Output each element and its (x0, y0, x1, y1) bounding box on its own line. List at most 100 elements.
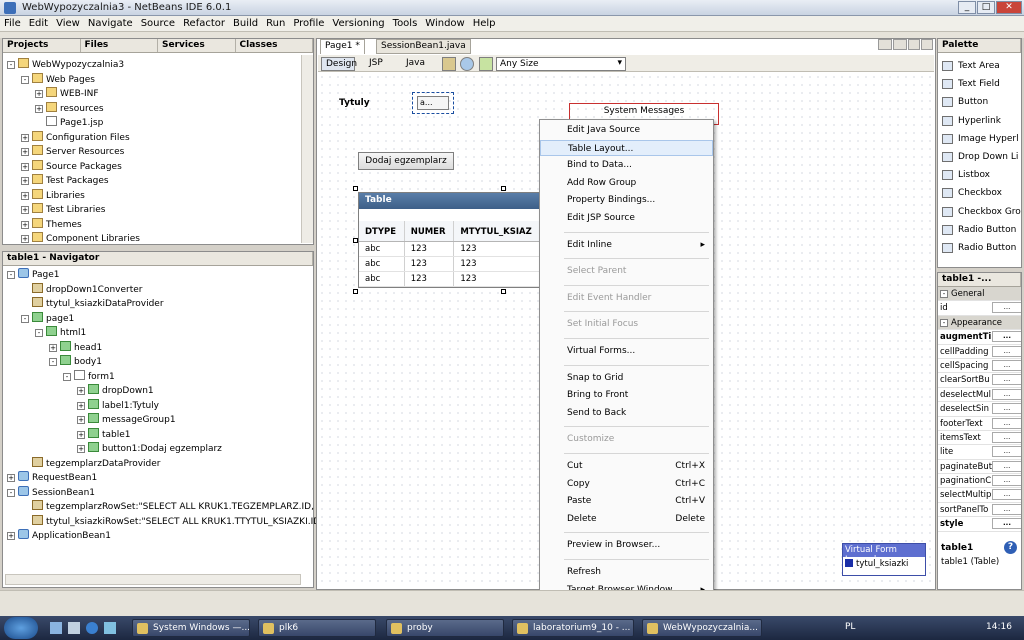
expand-icon[interactable]: + (21, 191, 29, 200)
collapse-icon[interactable]: - (35, 329, 43, 337)
property-editor-button[interactable]: ... (992, 460, 1021, 472)
property-row[interactable]: footerText... (938, 417, 1021, 431)
tree-node[interactable]: - SessionBean1 (7, 485, 313, 501)
menu-run[interactable]: Run (262, 16, 289, 31)
tab-services[interactable]: Services (158, 39, 236, 52)
help-icon[interactable]: ? (1004, 541, 1017, 554)
tree-node[interactable]: + Test Libraries (7, 203, 313, 218)
menu-view[interactable]: View (52, 16, 84, 31)
property-editor-button[interactable]: ... (992, 345, 1021, 357)
context-menu-item[interactable]: Property Bindings... (540, 192, 713, 208)
context-menu-item[interactable]: Delete Delete (540, 511, 713, 527)
property-row[interactable]: deselectSin... (938, 402, 1021, 417)
tree-node[interactable]: - Page1 (7, 268, 313, 283)
palette-item[interactable]: Checkbox (938, 184, 1021, 202)
context-menu-item[interactable]: Cut Ctrl+X (540, 458, 713, 474)
context-menu-item[interactable]: Edit Inline ▸ (540, 237, 713, 253)
expand-icon[interactable]: + (7, 474, 15, 482)
property-editor-button[interactable]: ... (992, 503, 1021, 515)
property-editor-button[interactable]: ... (992, 374, 1021, 386)
tree-node[interactable]: + Test Packages (7, 174, 313, 189)
context-menu-item[interactable]: Bring to Front (540, 387, 713, 403)
start-button[interactable] (4, 617, 38, 639)
palette-item[interactable]: Text Area (938, 57, 1021, 75)
tree-node[interactable]: + resources (7, 101, 313, 117)
table-column-header[interactable]: MTYTUL_KSIAZ (453, 221, 542, 242)
projects-scrollbar[interactable] (301, 55, 313, 243)
tree-node[interactable]: + Themes (7, 217, 313, 233)
property-editor-button[interactable]: ... (992, 446, 1021, 458)
collapse-icon[interactable]: - (7, 61, 15, 69)
expand-icon[interactable]: + (21, 148, 29, 156)
tree-node[interactable]: - body1 (7, 355, 313, 370)
tab-page1[interactable]: Page1 * (320, 39, 365, 54)
menu-file[interactable]: File (0, 16, 25, 31)
taskbar-button[interactable]: plk6 (258, 619, 376, 637)
taskbar-button[interactable]: WebWypozyczalnia... (642, 619, 762, 637)
property-row[interactable]: id... (938, 301, 1021, 316)
collapse-icon[interactable]: - (21, 314, 29, 323)
context-menu-item[interactable]: Virtual Forms... (540, 343, 713, 359)
menu-window[interactable]: Window (421, 16, 468, 31)
tab-projects[interactable]: Projects (3, 39, 81, 52)
expand-icon[interactable]: + (7, 532, 15, 540)
tree-node[interactable]: - html1 (7, 326, 313, 341)
property-row[interactable]: augmentTi... (938, 330, 1021, 345)
collapse-icon[interactable]: - (940, 318, 948, 327)
tree-node[interactable]: tegzemplarzDataProvider (7, 456, 313, 472)
tree-node[interactable]: dropDown1Converter (7, 282, 313, 298)
expand-icon[interactable]: + (77, 416, 85, 424)
tree-node[interactable]: Page1.jsp (7, 116, 313, 131)
property-category[interactable]: - General (938, 287, 1021, 302)
tree-node[interactable]: - WebWypozyczalnia3 (7, 58, 313, 73)
dropdown-selection[interactable]: a... (412, 92, 454, 114)
switch-windows-icon[interactable] (68, 622, 80, 634)
context-menu-item[interactable]: Preview in Browser... (540, 537, 713, 553)
collapse-icon[interactable]: - (49, 358, 57, 366)
expand-icon[interactable]: + (21, 220, 29, 229)
label-tytuly[interactable]: Tytuly (339, 98, 370, 108)
tree-node[interactable]: + Component Libraries (7, 232, 313, 247)
expand-icon[interactable]: + (77, 445, 85, 453)
property-category[interactable]: - Appearance (938, 315, 1021, 331)
tab-sessionbean1[interactable]: SessionBean1.java (376, 39, 471, 54)
expand-icon[interactable]: + (21, 177, 29, 185)
tree-node[interactable]: - form1 (7, 369, 313, 385)
property-editor-button[interactable]: ... (992, 518, 1021, 530)
context-menu-item[interactable]: Customize (540, 431, 713, 447)
palette-item[interactable]: Drop Down Li (938, 148, 1021, 166)
preview-icon[interactable] (442, 57, 456, 71)
tree-node[interactable]: + messageGroup1 (7, 413, 313, 428)
palette-item[interactable]: Hyperlink (938, 112, 1021, 130)
property-editor-button[interactable]: ... (992, 475, 1021, 487)
dodaj-egzemplarz-button[interactable]: Dodaj egzemplarz (358, 152, 454, 170)
context-menu-item[interactable]: Copy Ctrl+C (540, 476, 713, 492)
expand-icon[interactable]: + (77, 401, 85, 410)
menu-versioning[interactable]: Versioning (328, 16, 388, 31)
maximize-editor-icon[interactable] (921, 39, 933, 50)
menu-profile[interactable]: Profile (289, 16, 328, 31)
tree-node[interactable]: + WEB-INF (7, 87, 313, 102)
tree-node[interactable]: + head1 (7, 340, 313, 356)
resize-handle-s[interactable] (501, 289, 506, 294)
context-menu-item[interactable]: Set Initial Focus (540, 316, 713, 332)
property-editor-button[interactable]: ... (992, 388, 1021, 400)
tree-node[interactable]: - page1 (7, 311, 313, 327)
design-mode-button[interactable]: Design (321, 57, 357, 71)
collapse-icon[interactable]: - (63, 372, 71, 381)
show-virtual-forms-icon[interactable] (479, 57, 493, 71)
collapse-icon[interactable]: - (940, 290, 948, 298)
tree-node[interactable]: + Libraries (7, 188, 313, 204)
property-row[interactable]: style... (938, 517, 1021, 532)
tree-node[interactable]: + Server Resources (7, 145, 313, 160)
context-menu-item[interactable]: Paste Ctrl+V (540, 493, 713, 509)
jsp-mode-button[interactable]: JSP (369, 58, 383, 68)
expand-icon[interactable]: + (21, 235, 29, 243)
palette-item[interactable]: Radio Button (938, 239, 1021, 257)
palette-item[interactable]: Listbox (938, 166, 1021, 184)
property-row[interactable]: cellPadding... (938, 345, 1021, 359)
tree-node[interactable]: + label1:Tytuly (7, 398, 313, 414)
tree-node[interactable]: + dropDown1 (7, 384, 313, 399)
palette-item[interactable]: Button (938, 93, 1021, 111)
table1-component[interactable]: Table DTYPE NUMER MTYTUL_KSIAZ abc 123 123 ab… (358, 192, 543, 288)
